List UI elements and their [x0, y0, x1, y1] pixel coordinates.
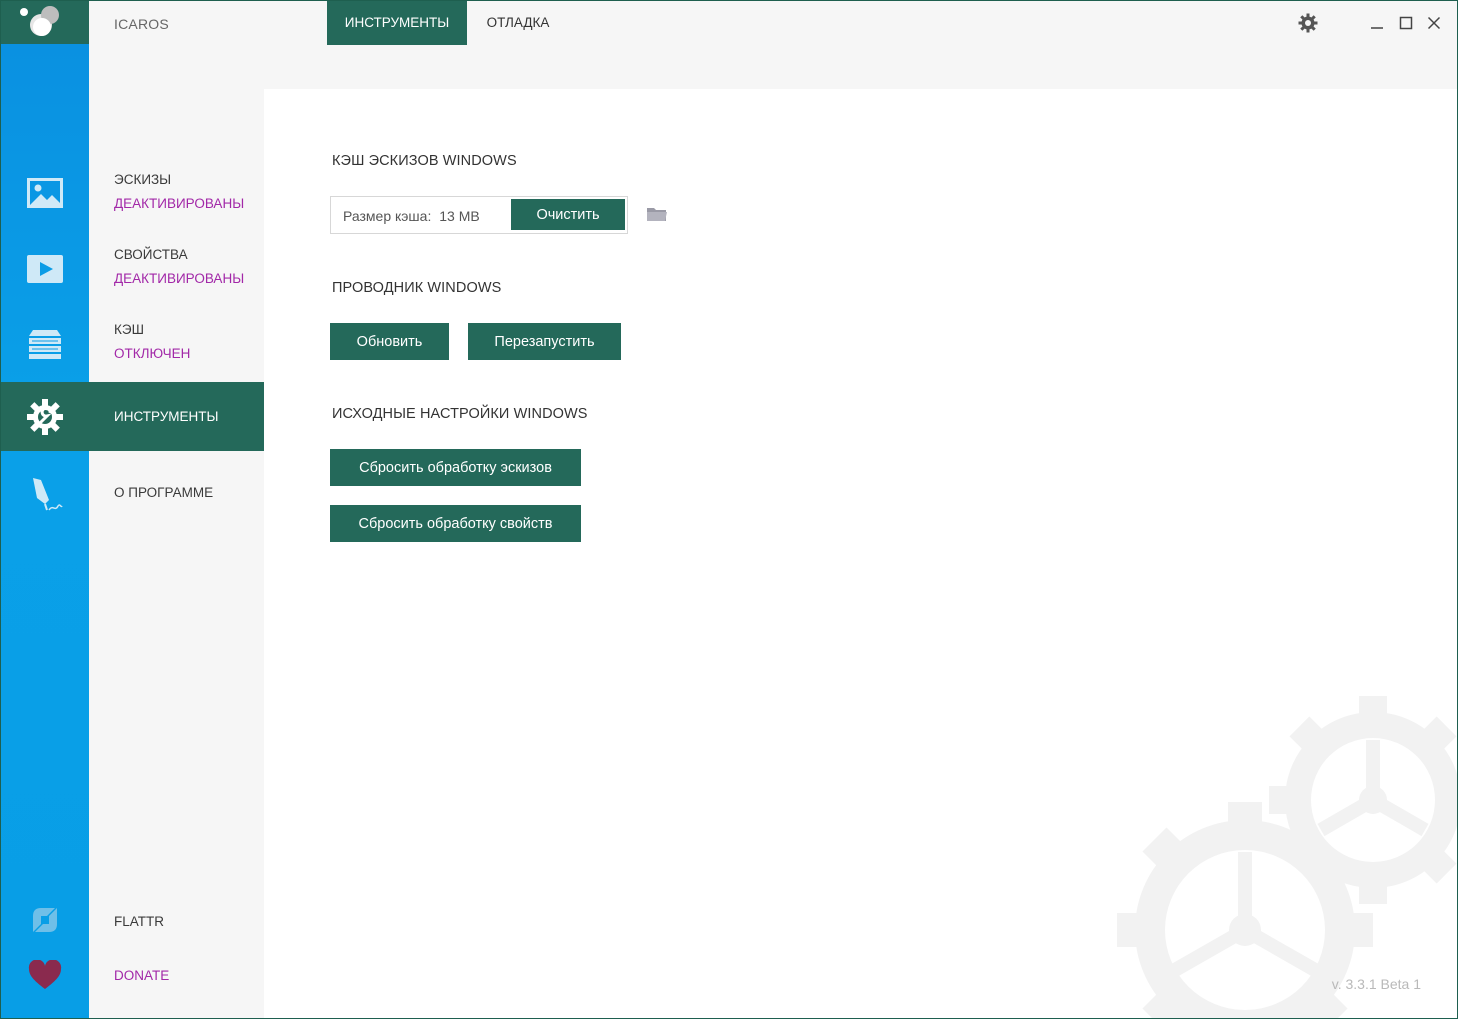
- nav-properties-status: ДЕАКТИВИРОВАНЫ: [114, 271, 245, 286]
- cache-size-text: Размер кэша: 13 MB: [343, 208, 480, 224]
- clear-cache-button[interactable]: Очистить: [511, 199, 625, 230]
- rail-donate[interactable]: [0, 955, 89, 995]
- rail-thumbnails[interactable]: [0, 160, 89, 226]
- tab-tools[interactable]: ИНСТРУМЕНТЫ: [327, 0, 467, 45]
- reset-thumbnails-button[interactable]: Сбросить обработку эскизов: [330, 449, 581, 486]
- tab-debug[interactable]: ОТЛАДКА: [472, 0, 564, 45]
- nav-thumbnails-label: ЭСКИЗЫ: [114, 172, 172, 187]
- gear-icon: [1298, 13, 1318, 33]
- nav-flattr-label: FLATTR: [114, 914, 164, 929]
- pen-signature-icon: [32, 478, 63, 511]
- cache-size-value: 13 MB: [439, 208, 480, 224]
- nav-properties-label: СВОЙСТВА: [114, 247, 188, 262]
- nav-tools-label: ИНСТРУМЕНТЫ: [114, 409, 219, 424]
- cache-section-title: КЭШ ЭСКИЗОВ WINDOWS: [332, 153, 517, 169]
- nav-item-about[interactable]: О ПРОГРАММЕ: [114, 485, 213, 500]
- open-cache-folder-button[interactable]: [646, 205, 668, 228]
- rail-flattr[interactable]: [0, 900, 89, 940]
- title-bar: [89, 0, 1458, 44]
- wrench-gear-icon: [26, 398, 63, 435]
- minimize-button[interactable]: [1366, 12, 1388, 34]
- nav-panel: [89, 0, 264, 1019]
- folder-icon: [647, 208, 667, 221]
- maximize-button[interactable]: [1395, 12, 1417, 34]
- nav-item-cache[interactable]: КЭШ ОТКЛЮЧЕН: [114, 322, 190, 361]
- nav-item-thumbnails[interactable]: ЭСКИЗЫ ДЕАКТИВИРОВАНЫ: [114, 172, 244, 211]
- refresh-button[interactable]: Обновить: [330, 323, 449, 360]
- flattr-icon: [32, 908, 57, 932]
- rail-properties[interactable]: [0, 236, 89, 302]
- rail-tools[interactable]: [0, 382, 89, 451]
- nav-item-tools[interactable]: ИНСТРУМЕНТЫ: [89, 382, 264, 451]
- nav-about-label: О ПРОГРАММЕ: [114, 485, 214, 500]
- restart-button[interactable]: Перезапустить: [468, 323, 621, 360]
- heart-icon: [28, 960, 61, 989]
- reset-properties-button[interactable]: Сбросить обработку свойств: [330, 505, 581, 542]
- nav-thumbnails-status: ДЕАКТИВИРОВАНЫ: [114, 196, 245, 211]
- maximize-icon: [1399, 16, 1413, 30]
- nav-cache-status: ОТКЛЮЧЕН: [114, 346, 191, 361]
- nav-item-donate[interactable]: DONATE: [114, 968, 169, 983]
- video-icon: [26, 255, 63, 283]
- gears-watermark-icon: [1117, 696, 1458, 1019]
- image-icon: [26, 178, 63, 208]
- settings-button[interactable]: [1297, 12, 1319, 34]
- nav-item-properties[interactable]: СВОЙСТВА ДЕАКТИВИРОВАНЫ: [114, 247, 244, 286]
- nav-item-flattr[interactable]: FLATTR: [114, 914, 164, 929]
- logo-icon: [20, 6, 59, 36]
- close-icon: [1427, 16, 1441, 30]
- nav-donate-label: DONATE: [114, 968, 170, 983]
- defaults-section-title: ИСХОДНЫЕ НАСТРОЙКИ WINDOWS: [332, 406, 588, 422]
- rail-cache[interactable]: [0, 311, 89, 377]
- minimize-icon: [1371, 27, 1383, 29]
- nav-cache-label: КЭШ: [114, 322, 144, 337]
- stack-icon: [28, 330, 61, 359]
- close-button[interactable]: [1423, 12, 1445, 34]
- rail-about[interactable]: [0, 462, 89, 528]
- cache-size-label: Размер кэша:: [343, 208, 432, 224]
- version-label: v. 3.3.1 Beta 1: [1331, 976, 1421, 992]
- explorer-section-title: ПРОВОДНИК WINDOWS: [332, 280, 502, 296]
- app-title: ICAROS: [114, 16, 169, 32]
- tab-strip: [264, 44, 1458, 89]
- app-logo: [0, 0, 89, 44]
